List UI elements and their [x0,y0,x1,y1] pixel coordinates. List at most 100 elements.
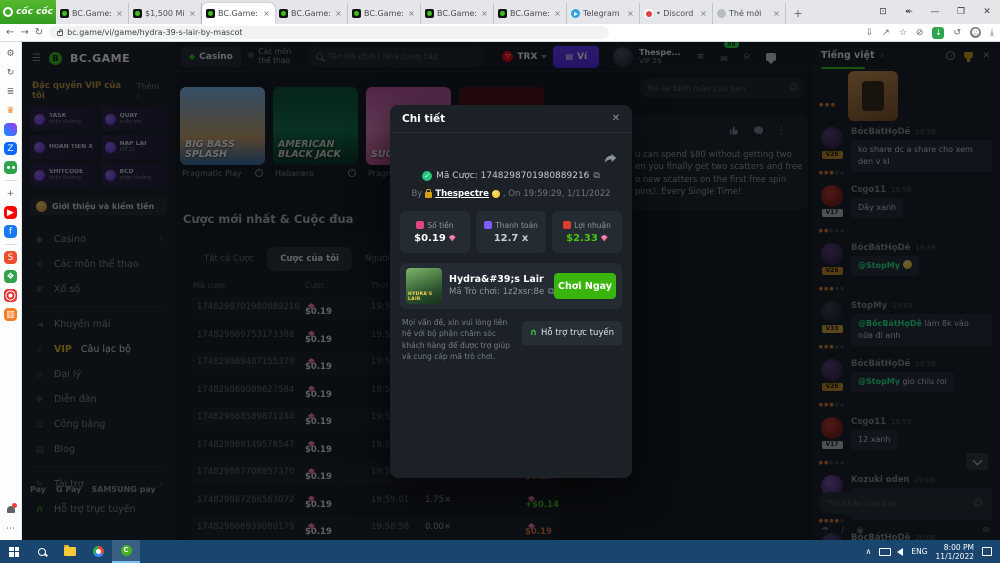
coccoc-brand[interactable]: cốc cốc [0,0,56,24]
tab-close-icon[interactable] [699,9,708,18]
games-icon[interactable] [4,161,17,174]
tab-favicon [425,9,434,18]
new-tab-button[interactable]: + [790,6,806,22]
facebook-icon[interactable]: f [4,225,17,238]
add-icon[interactable]: + [4,187,17,200]
volume-icon[interactable] [897,548,903,556]
on-label: , On [503,189,520,199]
browser-tab[interactable]: • Discord | #🔊 [640,3,713,24]
rail-divider[interactable] [5,180,17,181]
downloads-icon[interactable] [990,28,994,38]
game-code: Mã Trò chơi: 1z2xsr:8e [449,288,544,297]
clock-time: 8:00 PM [944,543,974,552]
bookmark-icon[interactable] [899,28,907,38]
hidden-icons-chevron[interactable]: ∧ [866,547,872,556]
zalo-icon[interactable]: Z [4,142,17,155]
play-now-button[interactable]: Chơi Ngay [554,273,616,299]
youtube-icon[interactable]: ▶ [4,206,17,219]
maximize-button[interactable] [948,0,974,24]
back-button[interactable]: ← [6,24,14,42]
settings-icon[interactable]: ⚙ [4,47,17,60]
game-thumbnail[interactable]: HYDRA'S LAIR [406,268,442,304]
tab-close-icon[interactable] [626,9,635,18]
browser-tab[interactable]: BC.Game: Cry [494,3,567,24]
shopee-icon[interactable]: S [4,251,17,264]
tab-title: BC.Game: Cry [291,9,331,18]
network-icon[interactable] [879,548,889,556]
tab-close-icon[interactable] [553,9,562,18]
extension-download-icon[interactable] [932,27,944,39]
tab-close-icon[interactable] [407,9,416,18]
system-tray: ∧ ENG 8:00 PM 11/1/2022 [866,543,1000,561]
tab-title: • Discord | #🔊 [656,9,696,18]
sync-icon[interactable] [953,28,961,38]
bettor-name[interactable]: Thespectre [435,189,489,199]
rail-spacer[interactable] [4,327,17,497]
tab-close-icon[interactable] [115,9,124,18]
copy-icon[interactable] [593,171,599,181]
verified-check-icon [422,171,432,181]
cast-icon[interactable] [870,0,896,24]
cart-icon[interactable]: ▥ [4,308,17,321]
more-icon[interactable]: ⋯ [4,522,17,535]
chrome-icon[interactable] [84,540,112,563]
action-center-icon[interactable] [982,547,992,556]
address-bar: ← → ↻ bc.game/vi/game/hydra-39-s-lair-by… [0,24,1000,42]
save-page-icon[interactable] [866,28,874,38]
newsfeed-icon[interactable]: ≣ [4,85,17,98]
tab-close-icon[interactable] [188,9,197,18]
live-support-button[interactable]: ∩ Hỗ trợ trực tuyến [522,321,622,345]
minimize-button[interactable] [922,0,948,24]
tab-title: BC.Game: Cry [72,9,112,18]
coccoc-taskbar-icon[interactable]: C [112,540,140,563]
browser-tab[interactable]: BC.Game: 🔊 [202,3,275,24]
browser-tab[interactable]: BC.Game: Cry [421,3,494,24]
headset-icon: ∩ [530,328,537,338]
messenger-icon[interactable] [4,123,17,136]
tab-title: $1,500 Midwe [145,9,185,18]
game-row: HYDRA'S LAIR Hydra&#39;s Lair Mã Trò chơ… [400,263,622,309]
browser-tab[interactable]: BC.Game: Cry [275,3,348,24]
browser-side-rail: ⚙ ↻ ≣ ♛ Z + ▶ f [0,42,22,540]
browser-tab[interactable]: BC.Game: Cry [56,3,129,24]
taskbar-clock[interactable]: 8:00 PM 11/1/2022 [936,543,974,561]
rail-divider[interactable] [5,244,17,245]
share-icon[interactable] [882,28,890,38]
tab-close-icon[interactable] [334,9,343,18]
stat-icon [416,221,424,229]
coccoc-logo-icon [3,7,13,17]
share-bet-icon[interactable] [604,151,618,165]
profile-avatar[interactable] [970,27,981,38]
bet-stats: Số tiền $0.19 Thanh toán 12.7 x Lợi nhuậ… [400,211,622,253]
browser-tab[interactable]: Telegram [567,3,640,24]
tab-close-icon[interactable] [262,9,271,18]
chick-emoji-icon [492,190,500,198]
tab-favicon [498,9,507,18]
browser-tab[interactable]: $1,500 Midwe [129,3,202,24]
forward-button[interactable]: → [20,24,28,42]
browser-tab[interactable]: BC.Game: Cry [348,3,421,24]
modal-close-icon[interactable] [612,113,620,124]
taskbar-search-icon[interactable] [28,540,56,563]
url-field[interactable]: bc.game/vi/game/hydra-39-s-lair-by-masco… [49,26,609,39]
target-icon[interactable] [4,289,17,302]
start-button[interactable] [0,540,28,563]
bet-details-modal: Chi tiết Mã Cược: 1748298701980889216 By… [390,105,632,478]
bell-icon[interactable] [4,503,17,516]
support-button-label: Hỗ trợ trực tuyến [541,328,614,338]
history-icon[interactable]: ↻ [4,66,17,79]
tab-favicon [279,9,288,18]
rewards-icon[interactable]: ♛ [4,104,17,117]
tab-close-icon[interactable] [772,9,781,18]
tab-title: BC.Game: Cry [510,9,550,18]
tab-title: BC.Game: Cry [364,9,404,18]
restore-tabs-icon[interactable] [896,0,922,24]
reload-button[interactable]: ↻ [35,24,43,42]
close-button[interactable] [974,0,1000,24]
file-explorer-icon[interactable] [56,540,84,563]
browser-tab[interactable]: Thẻ mới [713,3,786,24]
adblock-icon[interactable] [916,28,924,38]
gift-icon[interactable]: ❖ [4,270,17,283]
tab-close-icon[interactable] [480,9,489,18]
language-indicator[interactable]: ENG [911,547,927,556]
